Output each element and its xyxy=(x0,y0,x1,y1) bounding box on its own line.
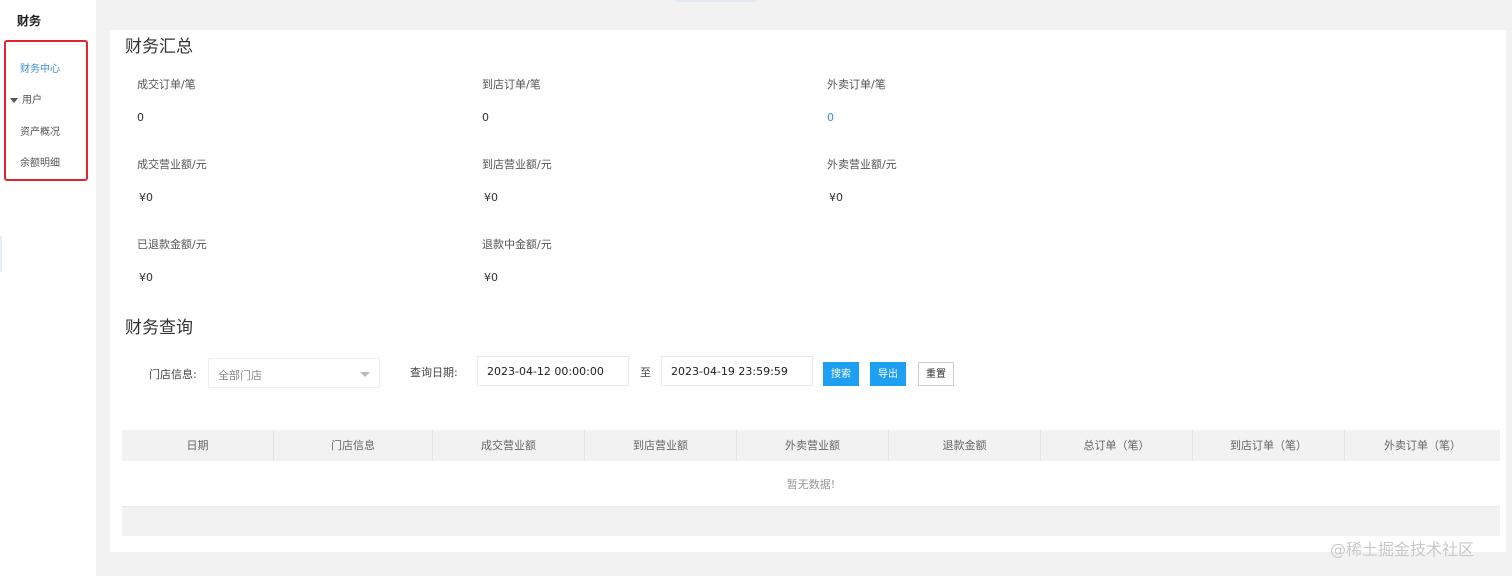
end-date-input[interactable]: 2023-04-19 23:59:59 xyxy=(661,356,813,386)
stat-value: ¥0 xyxy=(829,191,843,204)
main-panel: 财务汇总 成交订单/笔 0 到店订单/笔 0 外卖订单/笔 0 成交营业额/元 … xyxy=(110,30,1506,552)
column-header: 到店营业额 xyxy=(585,430,737,461)
sidebar-item-asset-overview[interactable]: 资产概况 xyxy=(20,123,60,138)
top-bar xyxy=(96,0,1512,4)
caret-down-icon xyxy=(10,97,18,103)
stat-label: 到店订单/笔 xyxy=(482,78,541,91)
store-label: 门店信息: xyxy=(149,368,197,381)
stat-value: ¥0 xyxy=(484,191,498,204)
stat-label: 外卖订单/笔 xyxy=(827,78,886,91)
finance-app: 财务 财务中心 用户 资产概况 余额明细 财务汇总 成交订单/笔 0 到店订单/… xyxy=(0,0,1512,576)
search-button[interactable]: 搜索 xyxy=(823,362,859,386)
stat-label: 到店营业额/元 xyxy=(482,158,552,171)
table-body: 暂无数据! xyxy=(122,461,1500,507)
table-header: 日期 门店信息 成交营业额 到店营业额 外卖营业额 退款金额 总订单（笔） 到店… xyxy=(122,430,1500,461)
store-select[interactable]: 全部门店 xyxy=(208,358,380,388)
store-select-value: 全部门店 xyxy=(218,369,262,382)
summary-title: 财务汇总 xyxy=(125,37,193,57)
stat-value: ¥0 xyxy=(484,271,498,284)
column-header: 退款金额 xyxy=(889,430,1041,461)
stat-label: 成交订单/笔 xyxy=(137,78,196,91)
date-separator: 至 xyxy=(640,366,651,379)
table-footer xyxy=(122,507,1500,536)
watermark: @稀土掘金技术社区 xyxy=(1330,540,1475,559)
column-header: 成交营业额 xyxy=(433,430,585,461)
stat-label: 已退款金额/元 xyxy=(137,238,207,251)
query-title: 财务查询 xyxy=(125,318,193,338)
reset-button[interactable]: 重置 xyxy=(918,362,954,386)
stat-label: 外卖营业额/元 xyxy=(827,158,897,171)
start-date-value: 2023-04-12 00:00:00 xyxy=(487,365,604,378)
column-header: 日期 xyxy=(122,430,274,461)
chevron-down-icon xyxy=(360,372,370,377)
end-date-value: 2023-04-19 23:59:59 xyxy=(671,365,788,378)
start-date-input[interactable]: 2023-04-12 00:00:00 xyxy=(477,356,629,386)
sidebar-menu: 财务中心 用户 资产概况 余额明细 xyxy=(4,40,88,181)
sidebar-item-user-label: 用户 xyxy=(22,95,42,106)
sidebar-item-user[interactable]: 用户 xyxy=(10,91,42,106)
sidebar: 财务 财务中心 用户 资产概况 余额明细 xyxy=(0,0,96,576)
top-bar-accent xyxy=(676,0,756,2)
column-header: 到店订单（笔） xyxy=(1193,430,1345,461)
column-header: 外卖营业额 xyxy=(737,430,889,461)
sidebar-item-balance-detail[interactable]: 余额明细 xyxy=(20,154,60,169)
column-header: 总订单（笔） xyxy=(1041,430,1193,461)
sidebar-title: 财务 xyxy=(17,14,42,28)
sidebar-item-finance-center[interactable]: 财务中心 xyxy=(20,60,60,75)
stat-value: ¥0 xyxy=(139,191,153,204)
empty-state-text: 暂无数据! xyxy=(786,478,836,491)
export-button[interactable]: 导出 xyxy=(870,362,906,386)
stat-value: ¥0 xyxy=(139,271,153,284)
sidebar-divider xyxy=(0,236,2,272)
column-header: 外卖订单（笔） xyxy=(1384,439,1461,452)
stat-label: 成交营业额/元 xyxy=(137,158,207,171)
stat-label: 退款中金额/元 xyxy=(482,238,552,251)
stat-value: 0 xyxy=(827,111,834,124)
date-label: 查询日期: xyxy=(410,366,458,379)
stat-value: 0 xyxy=(137,111,144,124)
stat-value: 0 xyxy=(482,111,489,124)
column-header: 门店信息 xyxy=(274,430,433,461)
